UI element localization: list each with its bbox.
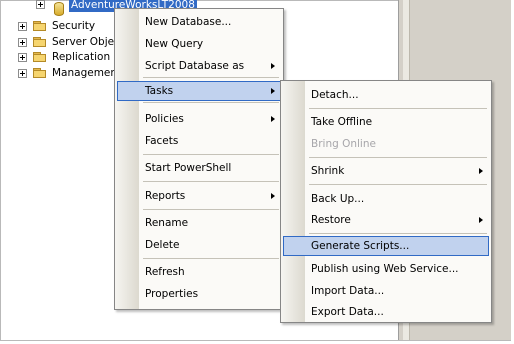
menu-item-label: Bring Online xyxy=(311,138,376,150)
menu-item-label: Detach... xyxy=(311,89,359,101)
menu-item-label: Rename xyxy=(145,217,189,229)
menu-item-label: Back Up... xyxy=(311,193,365,205)
menu-item-new-query[interactable]: New Query xyxy=(117,34,281,54)
menu-item-properties[interactable]: Properties xyxy=(117,284,281,304)
folder-icon xyxy=(33,68,47,78)
tasks-submenu: Detach... Take Offline Bring Online Shri… xyxy=(280,80,492,323)
menu-item-start-powershell[interactable]: Start PowerShell xyxy=(117,158,281,178)
menu-separator xyxy=(143,181,279,182)
menu-item-label: Start PowerShell xyxy=(145,162,232,174)
menu-item-label: New Query xyxy=(145,38,204,50)
tree-node-label: Security xyxy=(52,20,96,32)
menu-item-delete[interactable]: Delete xyxy=(117,235,281,255)
menu-item-take-offline[interactable]: Take Offline xyxy=(283,112,489,132)
menu-separator xyxy=(309,184,487,185)
database-context-menu: New Database... New Query Script Databas… xyxy=(114,8,284,310)
menu-item-reports[interactable]: Reports xyxy=(117,186,281,206)
tree-node-server-objects[interactable]: Server Objects xyxy=(18,35,129,50)
submenu-arrow-icon xyxy=(479,217,483,223)
menu-item-label: Delete xyxy=(145,239,180,251)
submenu-arrow-icon xyxy=(271,116,275,122)
submenu-arrow-icon xyxy=(271,63,275,69)
submenu-arrow-icon xyxy=(271,193,275,199)
menu-item-policies[interactable]: Policies xyxy=(117,109,281,129)
menu-item-generate-scripts[interactable]: Generate Scripts... xyxy=(283,236,489,256)
menu-item-bring-online: Bring Online xyxy=(283,134,489,154)
menu-item-label: Generate Scripts... xyxy=(311,240,410,252)
menu-item-back-up[interactable]: Back Up... xyxy=(283,189,489,209)
menu-item-refresh[interactable]: Refresh xyxy=(117,262,281,282)
menu-item-label: Facets xyxy=(145,135,179,147)
menu-item-label: Script Database as xyxy=(145,60,245,72)
menu-item-label: Export Data... xyxy=(311,306,384,318)
menu-item-label: Tasks xyxy=(145,85,174,97)
menu-item-tasks[interactable]: Tasks xyxy=(117,81,281,101)
menu-item-label: New Database... xyxy=(145,16,232,28)
menu-item-facets[interactable]: Facets xyxy=(117,131,281,151)
menu-item-label: Restore xyxy=(311,214,351,226)
menu-item-restore[interactable]: Restore xyxy=(283,210,489,230)
menu-item-shrink[interactable]: Shrink xyxy=(283,161,489,181)
menu-item-label: Properties xyxy=(145,288,199,300)
menu-separator xyxy=(143,77,279,78)
expand-icon[interactable] xyxy=(18,69,27,78)
menu-item-new-database[interactable]: New Database... xyxy=(117,12,281,32)
menu-item-label: Policies xyxy=(145,113,184,125)
expand-icon[interactable] xyxy=(18,22,27,31)
menu-separator xyxy=(309,108,487,109)
menu-separator xyxy=(309,233,487,234)
tree-node-management[interactable]: Management xyxy=(18,66,122,81)
menu-item-script-database-as[interactable]: Script Database as xyxy=(117,56,281,76)
menu-item-export-data[interactable]: Export Data... xyxy=(283,302,489,322)
tree-node-label: Replication xyxy=(52,51,111,63)
menu-item-detach[interactable]: Detach... xyxy=(283,85,489,105)
menu-separator xyxy=(143,154,279,155)
menu-item-rename[interactable]: Rename xyxy=(117,213,281,233)
tree-node-label: Management xyxy=(52,67,122,79)
menu-item-label: Take Offline xyxy=(311,116,373,128)
menu-item-label: Import Data... xyxy=(311,285,385,297)
tree-node-replication[interactable]: Replication xyxy=(18,50,118,65)
menu-separator xyxy=(143,102,279,103)
menu-item-label: Publish using Web Service... xyxy=(311,263,459,275)
folder-icon xyxy=(33,21,47,31)
submenu-arrow-icon xyxy=(271,88,275,94)
menu-separator xyxy=(309,157,487,158)
folder-icon xyxy=(33,37,47,47)
tree-node-security[interactable]: Security xyxy=(18,19,118,34)
menu-item-publish-web-service[interactable]: Publish using Web Service... xyxy=(283,259,489,279)
folder-icon xyxy=(33,52,47,62)
menu-item-label: Reports xyxy=(145,190,186,202)
submenu-arrow-icon xyxy=(479,168,483,174)
menu-separator xyxy=(143,258,279,259)
expand-icon[interactable] xyxy=(36,0,45,9)
expand-icon[interactable] xyxy=(18,53,27,62)
menu-item-label: Refresh xyxy=(145,266,185,278)
menu-item-label: Shrink xyxy=(311,165,345,177)
menu-item-import-data[interactable]: Import Data... xyxy=(283,281,489,301)
expand-icon[interactable] xyxy=(18,38,27,47)
database-icon xyxy=(54,2,64,16)
menu-separator xyxy=(143,209,279,210)
